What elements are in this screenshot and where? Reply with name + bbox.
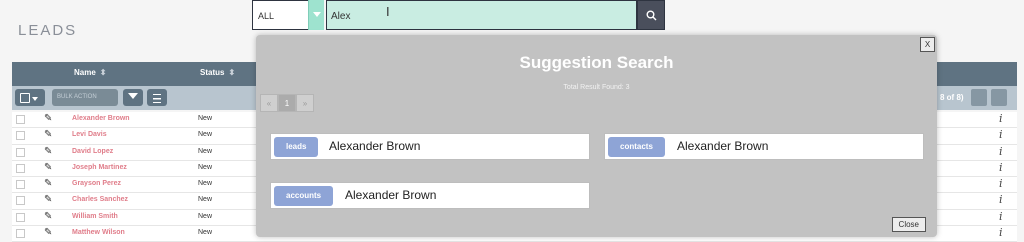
lead-status: New bbox=[198, 180, 213, 188]
pagination-prev-button[interactable]: « bbox=[260, 94, 278, 112]
row-checkbox[interactable] bbox=[16, 115, 25, 124]
select-all-dropdown[interactable] bbox=[15, 89, 45, 106]
info-icon[interactable]: i bbox=[999, 177, 1003, 190]
column-header-status[interactable]: Status ⬍ bbox=[200, 68, 235, 77]
pagination-next-button[interactable]: » bbox=[296, 94, 314, 112]
lead-name-link[interactable]: David Lopez bbox=[72, 148, 113, 155]
info-icon[interactable]: i bbox=[999, 226, 1003, 239]
edit-icon[interactable]: ✎ bbox=[44, 162, 52, 173]
bulk-action-button[interactable]: BULK ACTION bbox=[52, 89, 118, 106]
row-checkbox[interactable] bbox=[16, 196, 25, 206]
module-tag: accounts bbox=[274, 186, 334, 206]
row-checkbox[interactable] bbox=[16, 147, 25, 157]
search-query-text: Alex bbox=[331, 11, 351, 22]
info-icon[interactable]: i bbox=[999, 161, 1003, 174]
module-tag: contacts bbox=[608, 137, 665, 157]
lead-name-link[interactable]: Levi Davis bbox=[72, 131, 107, 138]
lead-status: New bbox=[198, 212, 213, 220]
pagination-current-page[interactable]: 1 bbox=[278, 94, 296, 112]
info-icon[interactable]: i bbox=[999, 210, 1003, 223]
column-header-name-label: Name bbox=[74, 68, 96, 77]
lead-status: New bbox=[198, 115, 213, 122]
edit-icon[interactable]: ✎ bbox=[44, 227, 52, 238]
chevron-down-icon[interactable] bbox=[308, 0, 324, 30]
filter-icon[interactable] bbox=[123, 89, 143, 106]
row-checkbox[interactable] bbox=[16, 229, 25, 239]
lead-name-link[interactable]: Matthew Wilson bbox=[72, 229, 125, 236]
close-button[interactable]: Close bbox=[891, 217, 926, 232]
column-header-name[interactable]: Name ⬍ bbox=[74, 68, 107, 77]
edit-icon[interactable]: ✎ bbox=[44, 194, 52, 205]
lead-name-link[interactable]: Joseph Martinez bbox=[72, 164, 127, 171]
lead-status: New bbox=[198, 147, 213, 155]
info-icon[interactable]: i bbox=[999, 112, 1003, 125]
result-name[interactable]: Alexander Brown bbox=[329, 139, 420, 153]
text-cursor-icon: I bbox=[386, 4, 390, 19]
lead-name-link[interactable]: Charles Sanchez bbox=[72, 196, 128, 203]
edit-icon[interactable]: ✎ bbox=[44, 178, 52, 189]
modal-title: Suggestion Search bbox=[519, 53, 674, 72]
edit-icon[interactable]: ✎ bbox=[44, 113, 52, 124]
info-icon[interactable]: i bbox=[999, 145, 1003, 158]
edit-icon[interactable]: ✎ bbox=[44, 129, 52, 140]
row-checkbox[interactable] bbox=[16, 163, 25, 173]
info-icon[interactable]: i bbox=[999, 128, 1003, 141]
row-checkbox[interactable] bbox=[16, 131, 25, 141]
result-card[interactable]: contacts Alexander Brown bbox=[604, 133, 924, 160]
result-card[interactable]: accounts Alexander Brown bbox=[270, 182, 590, 209]
edit-icon[interactable]: ✎ bbox=[44, 146, 52, 157]
row-checkbox[interactable] bbox=[16, 212, 25, 222]
sort-icon[interactable]: ⬍ bbox=[228, 68, 235, 77]
page-next-button[interactable] bbox=[991, 89, 1007, 106]
edit-icon[interactable]: ✎ bbox=[44, 211, 52, 222]
sort-icon[interactable]: ⬍ bbox=[100, 68, 107, 77]
columns-icon[interactable] bbox=[147, 89, 167, 106]
result-name[interactable]: Alexander Brown bbox=[345, 188, 436, 202]
lead-status: New bbox=[198, 131, 213, 139]
page-prev-button[interactable] bbox=[971, 89, 987, 106]
lead-name-link[interactable]: Grayson Perez bbox=[72, 180, 121, 187]
lead-name-link[interactable]: William Smith bbox=[72, 213, 118, 220]
info-icon[interactable]: i bbox=[999, 193, 1003, 206]
column-header-status-label: Status bbox=[200, 68, 225, 77]
page-title: LEADS bbox=[18, 22, 78, 39]
lead-status: New bbox=[198, 196, 213, 204]
modal-pagination: « 1 » bbox=[260, 94, 314, 112]
module-tag: leads bbox=[274, 137, 319, 157]
search-input[interactable]: Alex bbox=[326, 0, 637, 30]
row-checkbox[interactable] bbox=[16, 180, 25, 190]
pagination-count: 8 of 8) bbox=[940, 93, 964, 102]
result-name[interactable]: Alexander Brown bbox=[677, 139, 768, 153]
suggestion-search-modal: X Suggestion Search Total Result Found: … bbox=[256, 35, 937, 237]
result-card[interactable]: leads Alexander Brown bbox=[270, 133, 590, 160]
lead-name-link[interactable]: Alexander Brown bbox=[72, 115, 130, 122]
lead-status: New bbox=[198, 229, 213, 237]
search-button[interactable] bbox=[637, 0, 665, 30]
close-icon[interactable]: X bbox=[920, 37, 935, 52]
total-results-text: Total Result Found: 3 bbox=[563, 84, 630, 91]
search-icon bbox=[646, 10, 657, 21]
lead-status: New bbox=[198, 163, 213, 171]
